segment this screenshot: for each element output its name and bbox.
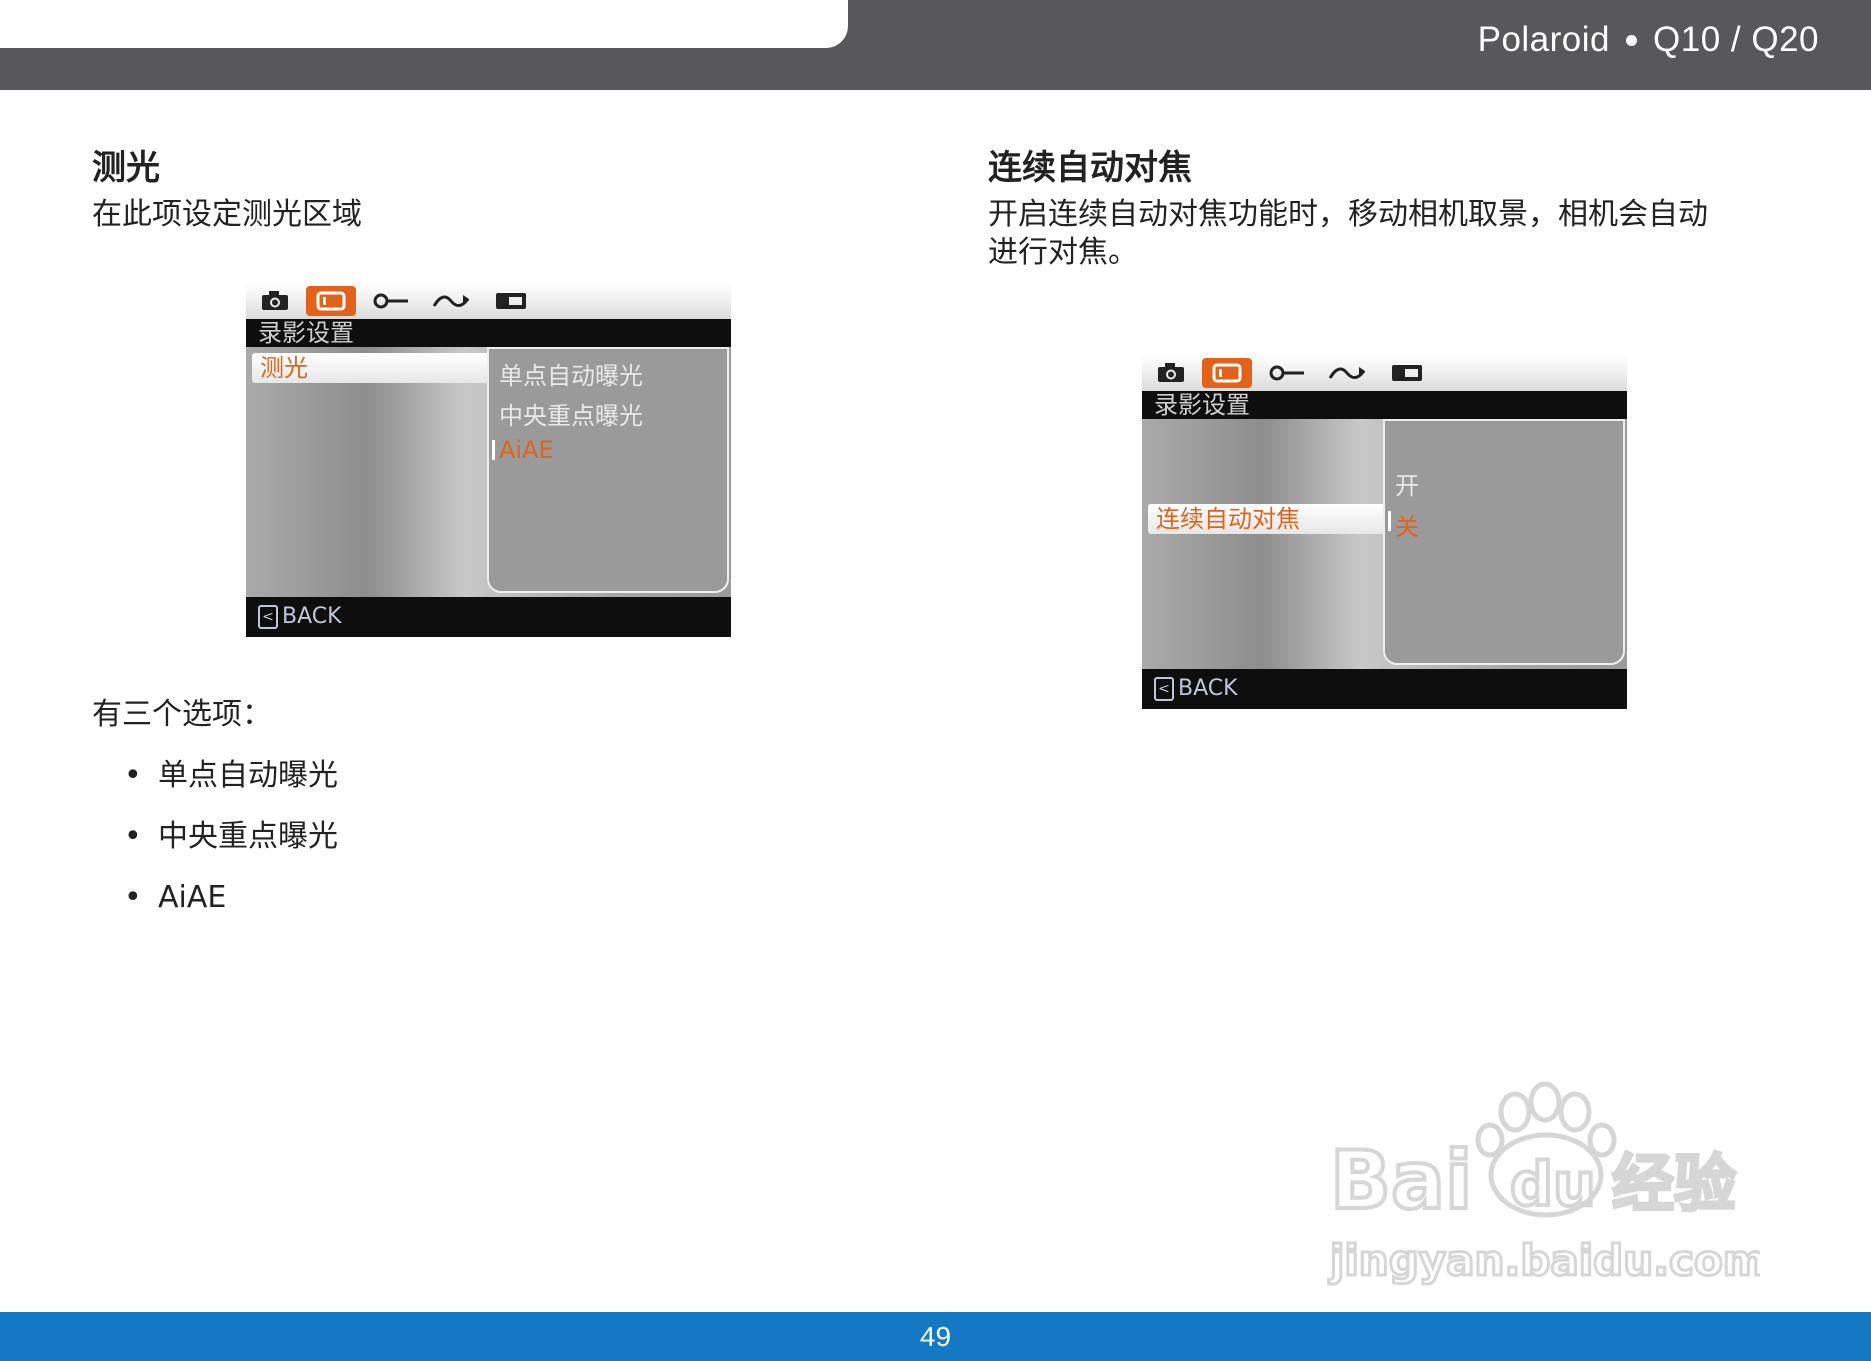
- screen-title: 录影设置: [1142, 391, 1627, 419]
- back-chevron-icon[interactable]: <: [258, 605, 278, 629]
- section-description-continuous-af: 开启连续自动对焦功能时，移动相机取景，相机会自动 进行对焦。: [988, 197, 1708, 270]
- screen-footer: < BACK: [1142, 669, 1627, 709]
- page-number: 49: [919, 1321, 952, 1352]
- options-list: • 单点自动曝光 • 中央重点曝光 • AiAE: [92, 756, 338, 939]
- submenu-option-selected[interactable]: AiAE: [492, 436, 554, 464]
- back-label[interactable]: BACK: [282, 597, 342, 637]
- video-icon: [1202, 358, 1252, 388]
- brand-separator-dot: [1626, 34, 1638, 46]
- menu-item-metering[interactable]: 测光: [252, 353, 490, 383]
- submenu-option-selected[interactable]: 关: [1388, 507, 1419, 542]
- brand-name: Polaroid: [1477, 20, 1611, 59]
- baidu-watermark: Bai du 经验 jingyan.baidu.com: [1320, 1080, 1768, 1290]
- menu-item-continuous-af[interactable]: 连续自动对焦: [1148, 504, 1386, 534]
- header-brand: Polaroid Q10 / Q20: [1478, 20, 1819, 60]
- playback-icon: [1322, 358, 1372, 388]
- page-header: Polaroid Q10 / Q20: [0, 0, 1871, 90]
- submenu-panel: 单点自动曝光 中央重点曝光 AiAE: [487, 347, 729, 593]
- svg-text:经验: 经验: [1612, 1147, 1736, 1220]
- list-item: • 单点自动曝光: [124, 758, 338, 793]
- wrench-icon: [1262, 358, 1312, 388]
- camera-screen-continuous-af: 录影设置 连续自动对焦 开 关 < BACK: [1142, 355, 1627, 709]
- submenu-option[interactable]: 中央重点曝光: [499, 396, 643, 431]
- camera-icon: [1146, 358, 1196, 388]
- submenu-option[interactable]: 开: [1395, 466, 1419, 501]
- screen-title: 录影设置: [246, 319, 731, 347]
- list-item: • 中央重点曝光: [124, 819, 338, 854]
- submenu-option[interactable]: 单点自动曝光: [499, 356, 643, 391]
- card-icon: [486, 286, 536, 316]
- camera-icon: [250, 286, 300, 316]
- baidu-paw-logo-icon: Bai du 经验 jingyan.baidu.com: [1327, 1081, 1768, 1287]
- playback-icon: [426, 286, 476, 316]
- section-description-metering: 在此项设定测光区域: [92, 197, 362, 232]
- screen-tab-bar: [246, 283, 731, 319]
- screen-tab-bar: [1142, 355, 1627, 391]
- svg-text:du: du: [1510, 1150, 1596, 1220]
- header-tab-cutout: [0, 0, 848, 48]
- submenu-panel: 开 关: [1383, 419, 1625, 665]
- svg-text:Bai: Bai: [1330, 1134, 1472, 1227]
- video-icon: [306, 286, 356, 316]
- card-icon: [1382, 358, 1432, 388]
- list-item: • AiAE: [124, 880, 227, 915]
- model-name: Q10 / Q20: [1653, 20, 1819, 59]
- back-chevron-icon[interactable]: <: [1154, 677, 1174, 701]
- section-heading-metering: 测光: [92, 148, 160, 188]
- back-label[interactable]: BACK: [1178, 669, 1238, 709]
- wrench-icon: [366, 286, 416, 316]
- page-footer: 49: [0, 1312, 1871, 1361]
- section-heading-continuous-af: 连续自动对焦: [988, 148, 1192, 188]
- screen-footer: < BACK: [246, 597, 731, 637]
- screen-body: 测光 单点自动曝光 中央重点曝光 AiAE: [246, 347, 731, 597]
- screen-body: 连续自动对焦 开 关: [1142, 419, 1627, 669]
- camera-screen-metering: 录影设置 测光 单点自动曝光 中央重点曝光 AiAE < BACK: [246, 283, 731, 637]
- svg-text:jingyan.baidu.com: jingyan.baidu.com: [1328, 1236, 1760, 1285]
- options-intro: 有三个选项：: [92, 697, 272, 732]
